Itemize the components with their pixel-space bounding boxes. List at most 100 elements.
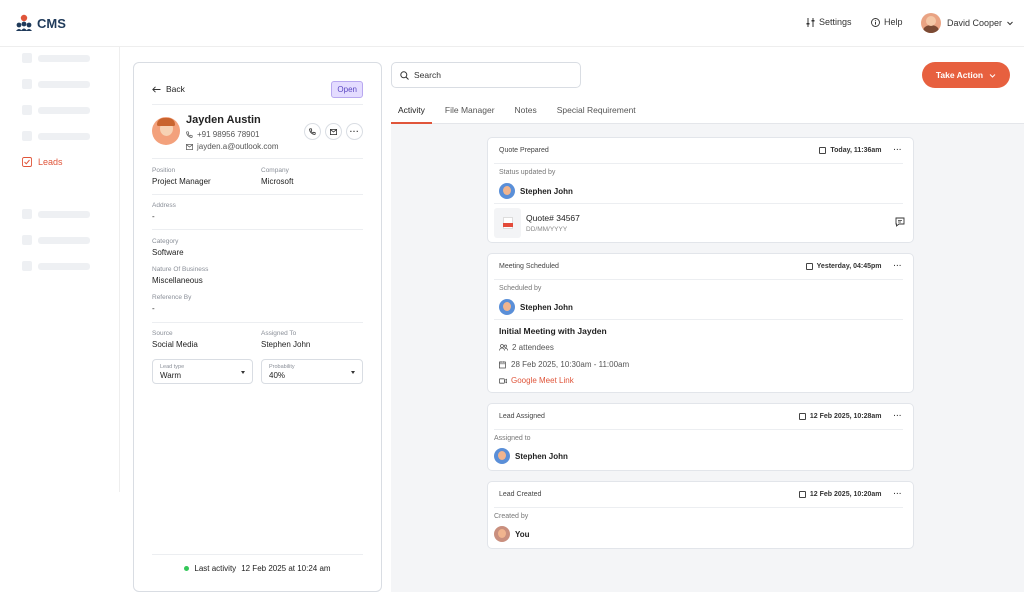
activity-date: Today, 11:36am ··· [819, 147, 902, 154]
divider [494, 163, 903, 164]
caret-down-icon [351, 371, 355, 374]
status-badge: Open [331, 81, 363, 98]
more-icon[interactable]: ··· [894, 491, 903, 498]
person-avatar [494, 526, 510, 542]
contact-actions: ··· [304, 123, 363, 140]
person-name: Stephen John [520, 186, 573, 196]
tab-file-manager[interactable]: File Manager [438, 100, 502, 124]
lead-type-select[interactable]: Lead type Warm [152, 359, 253, 384]
more-icon: ··· [349, 127, 360, 136]
sidebar-item-placeholder[interactable] [22, 209, 90, 219]
sidebar-item-label: Leads [38, 157, 63, 167]
person-name: You [515, 529, 530, 539]
more-options-button[interactable]: ··· [346, 123, 363, 140]
tab-notes[interactable]: Notes [508, 100, 544, 124]
quote-file[interactable]: Quote# 34567 DD/MM/YYYY [526, 213, 580, 233]
activity-title: Quote Prepared [499, 147, 549, 154]
divider [494, 507, 903, 508]
more-icon[interactable]: ··· [894, 413, 903, 420]
help-label: Help [884, 17, 903, 27]
sidebar-item-placeholder[interactable] [22, 261, 90, 271]
lead-phone-value: +91 98956 78901 [197, 130, 260, 139]
company-label: Company [261, 167, 289, 174]
activity-sub-label: Scheduled by [499, 285, 542, 292]
sidebar-item-placeholder[interactable] [22, 235, 90, 245]
more-icon[interactable]: ··· [894, 147, 903, 154]
take-action-button[interactable]: Take Action [922, 62, 1010, 88]
app-name: CMS [37, 15, 66, 31]
activity-date-value: 12 Feb 2025, 10:28am [809, 413, 882, 420]
settings-link[interactable]: Settings [806, 17, 852, 27]
sidebar-item-placeholder[interactable] [22, 53, 90, 63]
arrow-left-icon [152, 85, 161, 93]
quote-file-thumbnail[interactable] [494, 208, 521, 238]
probability-label: Probability [269, 364, 295, 370]
mail-icon [330, 128, 337, 135]
divider [152, 104, 363, 105]
lead-avatar [152, 117, 180, 145]
meeting-title: Initial Meeting with Jayden [499, 326, 607, 336]
position-company-row: Position Project Manager Company Microsoft [152, 167, 363, 186]
cms-logo-icon [16, 14, 32, 31]
divider [152, 229, 363, 230]
sidebar-item-placeholder[interactable] [22, 79, 90, 89]
position-value: Project Manager [152, 177, 211, 186]
caret-down-icon [241, 371, 245, 374]
activity-title: Meeting Scheduled [499, 263, 559, 270]
sidebar-item-placeholder[interactable] [22, 105, 90, 115]
divider [494, 203, 903, 204]
person-name: Stephen John [520, 302, 573, 312]
tab-special-requirement[interactable]: Special Requirement [550, 100, 643, 124]
position-label: Position [152, 167, 176, 174]
activity-card-lead-created: Lead Created 12 Feb 2025, 10:20am ··· Cr… [487, 481, 914, 549]
call-button[interactable] [304, 123, 321, 140]
source-assigned-row: Source Social Media Assigned To Stephen Jo… [152, 330, 363, 349]
source-label: Source [152, 330, 173, 337]
activity-card-quote-prepared: Quote Prepared Today, 11:36am ··· Status… [487, 137, 914, 243]
google-meet-link[interactable]: Google Meet Link [511, 376, 574, 385]
nature-label: Nature Of Business [152, 266, 209, 273]
search-input[interactable]: Search [391, 62, 581, 88]
activity-date: 12 Feb 2025, 10:20am ··· [798, 491, 903, 498]
settings-label: Settings [819, 17, 852, 27]
activity-card-lead-assigned: Lead Assigned 12 Feb 2025, 10:28am ··· A… [487, 403, 914, 471]
activity-date: 12 Feb 2025, 10:28am ··· [798, 413, 903, 420]
last-activity-value: 12 Feb 2025 at 10:24 am [241, 564, 331, 573]
sidebar-item-placeholder[interactable] [22, 131, 90, 141]
category-label: Category [152, 238, 179, 245]
category-value: Software [152, 248, 184, 257]
activity-title: Lead Created [499, 491, 542, 498]
activity-card-meeting-scheduled: Meeting Scheduled Yesterday, 04:45pm ···… [487, 253, 914, 393]
address-field: Address - [152, 202, 363, 221]
activity-sub-label: Assigned to [494, 435, 531, 442]
last-activity: Last activity 12 Feb 2025 at 10:24 am [134, 564, 381, 573]
lead-name: Jayden Austin [186, 114, 261, 126]
email-button[interactable] [325, 123, 342, 140]
activity-feed: Quote Prepared Today, 11:36am ··· Status… [391, 124, 1024, 592]
help-link[interactable]: Help [871, 17, 903, 27]
more-icon[interactable]: ··· [894, 263, 903, 270]
activity-person: Stephen John [494, 448, 568, 464]
lead-type-label: Lead type [160, 364, 185, 370]
address-label: Address [152, 202, 176, 209]
main-content: Search Take Action Activity File Manager… [391, 48, 1024, 592]
comment-icon[interactable] [895, 217, 905, 227]
probability-select[interactable]: Probability 40% [261, 359, 363, 384]
phone-icon [309, 128, 316, 135]
quote-number: Quote# 34567 [526, 213, 580, 223]
meeting-link[interactable]: Google Meet Link [499, 376, 574, 385]
activity-sub-label: Created by [494, 513, 529, 520]
lead-email-value: jayden.a@outlook.com [197, 142, 279, 151]
category-field: Category Software [152, 238, 363, 257]
attendees-value: 2 attendees [512, 343, 554, 352]
app-logo[interactable]: CMS [16, 14, 66, 32]
user-menu[interactable]: David Cooper [921, 13, 1014, 33]
sidebar: Leads [0, 47, 120, 492]
source-value: Social Media [152, 340, 198, 349]
sidebar-item-leads[interactable]: Leads [22, 157, 63, 167]
calendar-icon [798, 491, 806, 498]
activity-date: Yesterday, 04:45pm ··· [805, 263, 903, 270]
user-avatar [921, 13, 941, 33]
lead-email: jayden.a@outlook.com [186, 142, 279, 151]
tab-activity[interactable]: Activity [391, 100, 432, 124]
